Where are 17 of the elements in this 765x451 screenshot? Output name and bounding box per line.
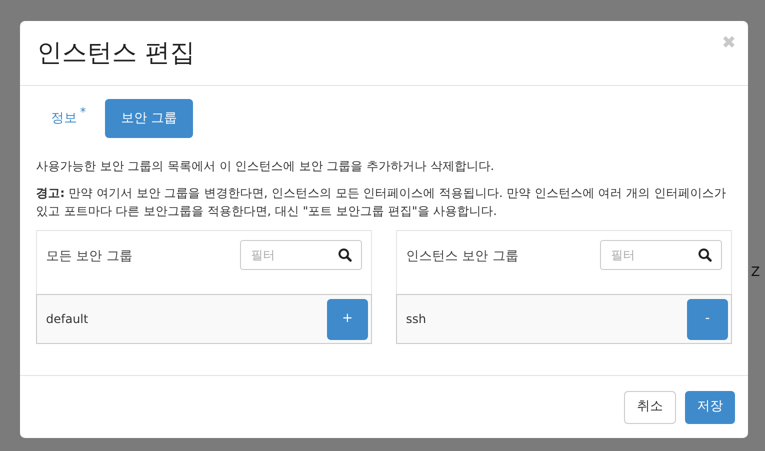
panel-title: 인스턴스 보안 그룹 (406, 248, 518, 266)
modal-title: 인스턴스 편집 (37, 37, 195, 69)
description-text: 사용가능한 보안 그룹의 목록에서 이 인스턴스에 보안 그룹을 추가하거나 삭제합니다. (36, 158, 496, 175)
column-header: Z (751, 264, 760, 281)
remove-button[interactable]: - (687, 298, 728, 340)
filter-field[interactable]: 필터 (240, 240, 362, 270)
tab[interactable]: 보안 그룹 (105, 99, 194, 138)
group-name: default (46, 311, 88, 328)
panel-title: 모든 보안 그룹 (46, 248, 132, 266)
cancel-button[interactable]: 취소 (624, 390, 676, 424)
group-name: ssh (406, 311, 426, 328)
warning-text: 경고: 만약 여기서 보안 그룹을 변경한다면, 인스턴스의 모든 인터페이스에 적용됩니다. 만약 인스턴스에 여러 개의 인터페이스가 있고 포트마다 다른 보안그룹을 적용한다면, 대신 "포트 보안그룹 편집"을 사용합니다. (36, 185, 727, 220)
search-icon (698, 248, 712, 262)
save-button[interactable]: 저장 (685, 390, 735, 424)
add-button[interactable]: + (327, 298, 368, 340)
search-icon (338, 248, 352, 262)
filter-field[interactable]: 필터 (600, 240, 722, 270)
